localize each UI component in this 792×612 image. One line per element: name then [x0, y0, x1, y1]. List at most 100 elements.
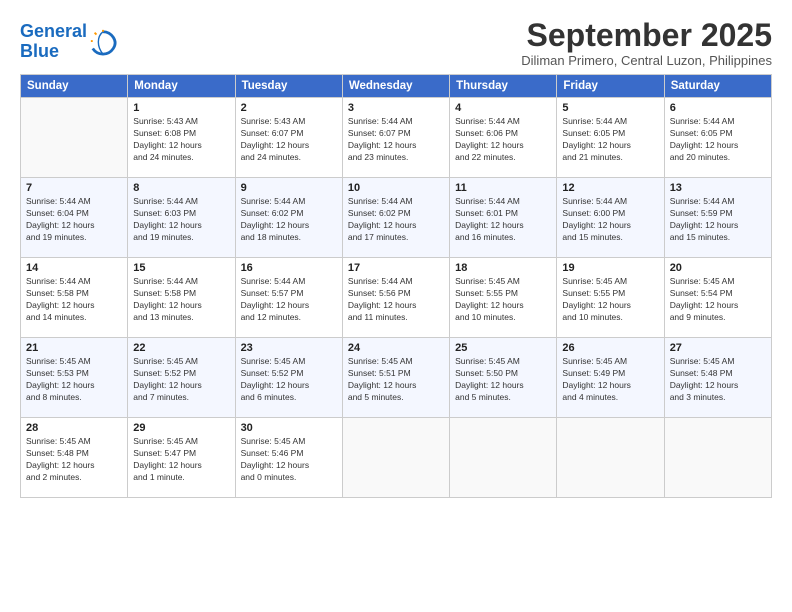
- day-number: 1: [133, 102, 229, 114]
- day-number: 27: [670, 342, 766, 354]
- cell-info: Sunrise: 5:45 AM Sunset: 5:50 PM Dayligh…: [455, 356, 551, 404]
- day-number: 16: [241, 262, 337, 274]
- cell-info: Sunrise: 5:44 AM Sunset: 5:56 PM Dayligh…: [348, 276, 444, 324]
- table-row: 14Sunrise: 5:44 AM Sunset: 5:58 PM Dayli…: [21, 258, 128, 338]
- calendar-header-row: Sunday Monday Tuesday Wednesday Thursday…: [21, 75, 772, 98]
- table-row: 27 Sunrise: 5:45 AM Sunset: 5:48 PM Dayli…: [664, 338, 771, 418]
- cell-info: Sunrise: 5:44 AM Sunset: 6:04 PM Dayligh…: [26, 196, 122, 244]
- day-number: 25: [455, 342, 551, 354]
- day-number: 7: [26, 182, 122, 194]
- table-row: 10Sunrise: 5:44 AM Sunset: 6:02 PM Dayli…: [342, 178, 449, 258]
- cell-info: Sunrise: 5:45 AM Sunset: 5:52 PM Dayligh…: [241, 356, 337, 404]
- table-row: 26Sunrise: 5:45 AM Sunset: 5:49 PM Dayli…: [557, 338, 664, 418]
- header-saturday: Saturday: [664, 75, 771, 98]
- table-row: 13 Sunrise: 5:44 AM Sunset: 5:59 PM Dayli…: [664, 178, 771, 258]
- logo-icon: [89, 28, 117, 56]
- table-row: [450, 418, 557, 498]
- day-number: 12: [562, 182, 658, 194]
- table-row: 16Sunrise: 5:44 AM Sunset: 5:57 PM Dayli…: [235, 258, 342, 338]
- day-number: 24: [348, 342, 444, 354]
- day-number: 6: [670, 102, 766, 114]
- table-row: 2 Sunrise: 5:43 AM Sunset: 6:07 PM Daylig…: [235, 98, 342, 178]
- table-row: 20Sunrise: 5:45 AM Sunset: 5:54 PM Dayli…: [664, 258, 771, 338]
- day-number: 19: [562, 262, 658, 274]
- table-row: 21 Sunrise: 5:45 AM Sunset: 5:53 PM Dayli…: [21, 338, 128, 418]
- table-row: 8 Sunrise: 5:44 AM Sunset: 6:03 PM Daylig…: [128, 178, 235, 258]
- table-row: 12Sunrise: 5:44 AM Sunset: 6:00 PM Dayli…: [557, 178, 664, 258]
- table-row: 19 Sunrise: 5:45 AM Sunset: 5:55 PM Dayli…: [557, 258, 664, 338]
- day-number: 4: [455, 102, 551, 114]
- day-number: 30: [241, 422, 337, 434]
- header-wednesday: Wednesday: [342, 75, 449, 98]
- day-number: 22: [133, 342, 229, 354]
- table-row: 22 Sunrise: 5:45 AM Sunset: 5:52 PM Dayli…: [128, 338, 235, 418]
- day-number: 23: [241, 342, 337, 354]
- table-row: 17 Sunrise: 5:44 AM Sunset: 5:56 PM Dayli…: [342, 258, 449, 338]
- cell-info: Sunrise: 5:45 AM Sunset: 5:51 PM Dayligh…: [348, 356, 444, 404]
- cell-info: Sunrise: 5:44 AM Sunset: 6:07 PM Dayligh…: [348, 116, 444, 164]
- cell-info: Sunrise: 5:43 AM Sunset: 6:07 PM Dayligh…: [241, 116, 337, 164]
- cell-info: Sunrise: 5:44 AM Sunset: 6:01 PM Dayligh…: [455, 196, 551, 244]
- location: Diliman Primero, Central Luzon, Philippi…: [521, 53, 772, 68]
- cell-info: Sunrise: 5:45 AM Sunset: 5:46 PM Dayligh…: [241, 436, 337, 484]
- day-number: 14: [26, 262, 122, 274]
- table-row: 3 Sunrise: 5:44 AM Sunset: 6:07 PM Daylig…: [342, 98, 449, 178]
- cell-info: Sunrise: 5:44 AM Sunset: 6:02 PM Dayligh…: [348, 196, 444, 244]
- day-number: 17: [348, 262, 444, 274]
- cell-info: Sunrise: 5:44 AM Sunset: 6:03 PM Dayligh…: [133, 196, 229, 244]
- cell-info: Sunrise: 5:44 AM Sunset: 5:58 PM Dayligh…: [133, 276, 229, 324]
- day-number: 13: [670, 182, 766, 194]
- calendar-week-row: 1Sunrise: 5:43 AM Sunset: 6:08 PM Daylig…: [21, 98, 772, 178]
- day-number: 8: [133, 182, 229, 194]
- title-block: September 2025 Diliman Primero, Central …: [521, 18, 772, 68]
- day-number: 9: [241, 182, 337, 194]
- cell-info: Sunrise: 5:45 AM Sunset: 5:53 PM Dayligh…: [26, 356, 122, 404]
- table-row: 5 Sunrise: 5:44 AM Sunset: 6:05 PM Daylig…: [557, 98, 664, 178]
- header-sunday: Sunday: [21, 75, 128, 98]
- day-number: 21: [26, 342, 122, 354]
- cell-info: Sunrise: 5:45 AM Sunset: 5:54 PM Dayligh…: [670, 276, 766, 324]
- header-monday: Monday: [128, 75, 235, 98]
- table-row: [21, 98, 128, 178]
- header-thursday: Thursday: [450, 75, 557, 98]
- table-row: 30 Sunrise: 5:45 AM Sunset: 5:46 PM Dayli…: [235, 418, 342, 498]
- table-row: 6 Sunrise: 5:44 AM Sunset: 6:05 PM Daylig…: [664, 98, 771, 178]
- cell-info: Sunrise: 5:44 AM Sunset: 5:59 PM Dayligh…: [670, 196, 766, 244]
- page-header: General Blue September 2025 Diliman Prim…: [20, 18, 772, 68]
- calendar-week-row: 14 Sunrise: 5:44 AM Sunset: 5:58 PM Dayli…: [21, 258, 772, 338]
- calendar-week-row: 7 Sunrise: 5:44 AM Sunset: 6:04 PM Daylig…: [21, 178, 772, 258]
- cell-info: Sunrise: 5:44 AM Sunset: 6:05 PM Dayligh…: [670, 116, 766, 164]
- day-number: 26: [562, 342, 658, 354]
- cell-info: Sunrise: 5:45 AM Sunset: 5:47 PM Dayligh…: [133, 436, 229, 484]
- cell-info: Sunrise: 5:45 AM Sunset: 5:52 PM Dayligh…: [133, 356, 229, 404]
- header-tuesday: Tuesday: [235, 75, 342, 98]
- day-number: 15: [133, 262, 229, 274]
- month-title: September 2025: [521, 18, 772, 53]
- table-row: 4Sunrise: 5:44 AM Sunset: 6:06 PM Daylig…: [450, 98, 557, 178]
- table-row: [664, 418, 771, 498]
- table-row: 24 Sunrise: 5:45 AM Sunset: 5:51 PM Dayli…: [342, 338, 449, 418]
- calendar-week-row: 21 Sunrise: 5:45 AM Sunset: 5:53 PM Dayli…: [21, 338, 772, 418]
- table-row: 9 Sunrise: 5:44 AM Sunset: 6:02 PM Daylig…: [235, 178, 342, 258]
- cell-info: Sunrise: 5:45 AM Sunset: 5:55 PM Dayligh…: [455, 276, 551, 324]
- table-row: [557, 418, 664, 498]
- day-number: 2: [241, 102, 337, 114]
- day-number: 18: [455, 262, 551, 274]
- table-row: [342, 418, 449, 498]
- day-number: 29: [133, 422, 229, 434]
- calendar-table: Sunday Monday Tuesday Wednesday Thursday…: [20, 74, 772, 498]
- table-row: 29 Sunrise: 5:45 AM Sunset: 5:47 PM Dayli…: [128, 418, 235, 498]
- day-number: 28: [26, 422, 122, 434]
- table-row: 23 Sunrise: 5:45 AM Sunset: 5:52 PM Dayli…: [235, 338, 342, 418]
- calendar-week-row: 28Sunrise: 5:45 AM Sunset: 5:48 PM Dayli…: [21, 418, 772, 498]
- table-row: 11Sunrise: 5:44 AM Sunset: 6:01 PM Dayli…: [450, 178, 557, 258]
- table-row: 15 Sunrise: 5:44 AM Sunset: 5:58 PM Dayli…: [128, 258, 235, 338]
- day-number: 3: [348, 102, 444, 114]
- logo-text: General Blue: [20, 22, 87, 62]
- cell-info: Sunrise: 5:44 AM Sunset: 6:05 PM Dayligh…: [562, 116, 658, 164]
- day-number: 5: [562, 102, 658, 114]
- table-row: 7 Sunrise: 5:44 AM Sunset: 6:04 PM Daylig…: [21, 178, 128, 258]
- cell-info: Sunrise: 5:45 AM Sunset: 5:55 PM Dayligh…: [562, 276, 658, 324]
- cell-info: Sunrise: 5:45 AM Sunset: 5:48 PM Dayligh…: [670, 356, 766, 404]
- cell-info: Sunrise: 5:44 AM Sunset: 6:02 PM Dayligh…: [241, 196, 337, 244]
